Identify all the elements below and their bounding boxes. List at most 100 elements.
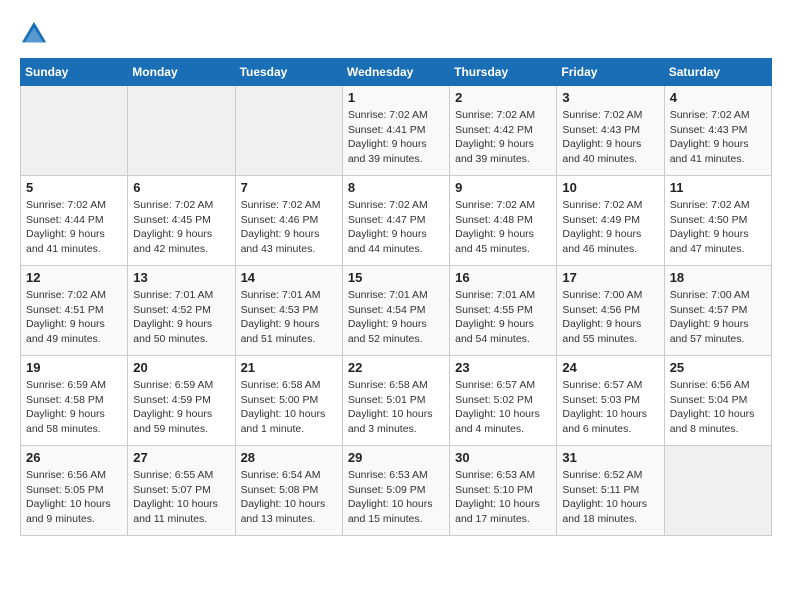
day-number: 11 [670, 180, 766, 195]
day-number: 10 [562, 180, 658, 195]
day-number: 26 [26, 450, 122, 465]
day-detail: Sunrise: 6:53 AM Sunset: 5:09 PM Dayligh… [348, 468, 444, 527]
calendar-cell: 17 Sunrise: 7:00 AM Sunset: 4:56 PM Dayli… [557, 266, 664, 356]
day-number: 30 [455, 450, 551, 465]
day-detail: Sunrise: 7:02 AM Sunset: 4:43 PM Dayligh… [562, 108, 658, 167]
calendar-cell [235, 86, 342, 176]
calendar-cell: 30 Sunrise: 6:53 AM Sunset: 5:10 PM Dayli… [450, 446, 557, 536]
weekday-header-row: SundayMondayTuesdayWednesdayThursdayFrid… [21, 59, 772, 86]
day-detail: Sunrise: 6:59 AM Sunset: 4:59 PM Dayligh… [133, 378, 229, 437]
weekday-header-tuesday: Tuesday [235, 59, 342, 86]
day-detail: Sunrise: 7:02 AM Sunset: 4:41 PM Dayligh… [348, 108, 444, 167]
calendar-cell [664, 446, 771, 536]
day-number: 12 [26, 270, 122, 285]
day-detail: Sunrise: 6:57 AM Sunset: 5:02 PM Dayligh… [455, 378, 551, 437]
day-number: 14 [241, 270, 337, 285]
day-detail: Sunrise: 7:02 AM Sunset: 4:49 PM Dayligh… [562, 198, 658, 257]
day-number: 13 [133, 270, 229, 285]
day-number: 27 [133, 450, 229, 465]
day-number: 21 [241, 360, 337, 375]
weekday-header-friday: Friday [557, 59, 664, 86]
day-number: 15 [348, 270, 444, 285]
calendar-week-3: 12Sunrise: 7:02 AM Sunset: 4:51 PM Dayli… [21, 266, 772, 356]
day-detail: Sunrise: 7:02 AM Sunset: 4:44 PM Dayligh… [26, 198, 122, 257]
day-detail: Sunrise: 7:00 AM Sunset: 4:56 PM Dayligh… [562, 288, 658, 347]
calendar-cell: 16Sunrise: 7:01 AM Sunset: 4:55 PM Dayli… [450, 266, 557, 356]
day-detail: Sunrise: 7:02 AM Sunset: 4:48 PM Dayligh… [455, 198, 551, 257]
calendar-cell: 12Sunrise: 7:02 AM Sunset: 4:51 PM Dayli… [21, 266, 128, 356]
day-number: 4 [670, 90, 766, 105]
day-number: 6 [133, 180, 229, 195]
calendar-cell: 24 Sunrise: 6:57 AM Sunset: 5:03 PM Dayli… [557, 356, 664, 446]
day-detail: Sunrise: 7:02 AM Sunset: 4:42 PM Dayligh… [455, 108, 551, 167]
weekday-header-sunday: Sunday [21, 59, 128, 86]
calendar-cell: 3Sunrise: 7:02 AM Sunset: 4:43 PM Daylig… [557, 86, 664, 176]
day-number: 28 [241, 450, 337, 465]
day-detail: Sunrise: 7:01 AM Sunset: 4:53 PM Dayligh… [241, 288, 337, 347]
day-detail: Sunrise: 7:01 AM Sunset: 4:52 PM Dayligh… [133, 288, 229, 347]
day-number: 16 [455, 270, 551, 285]
day-number: 7 [241, 180, 337, 195]
calendar-cell: 4 Sunrise: 7:02 AM Sunset: 4:43 PM Daylig… [664, 86, 771, 176]
day-detail: Sunrise: 7:02 AM Sunset: 4:46 PM Dayligh… [241, 198, 337, 257]
calendar-cell: 26 Sunrise: 6:56 AM Sunset: 5:05 PM Dayli… [21, 446, 128, 536]
weekday-header-saturday: Saturday [664, 59, 771, 86]
day-number: 24 [562, 360, 658, 375]
calendar-week-4: 19 Sunrise: 6:59 AM Sunset: 4:58 PM Dayli… [21, 356, 772, 446]
day-number: 9 [455, 180, 551, 195]
calendar-cell: 21 Sunrise: 6:58 AM Sunset: 5:00 PM Dayli… [235, 356, 342, 446]
day-detail: Sunrise: 6:52 AM Sunset: 5:11 PM Dayligh… [562, 468, 658, 527]
calendar-cell: 1 Sunrise: 7:02 AM Sunset: 4:41 PM Daylig… [342, 86, 449, 176]
calendar-cell: 6 Sunrise: 7:02 AM Sunset: 4:45 PM Daylig… [128, 176, 235, 266]
calendar-table: SundayMondayTuesdayWednesdayThursdayFrid… [20, 58, 772, 536]
page-header [20, 20, 772, 48]
day-number: 8 [348, 180, 444, 195]
calendar-cell: 15Sunrise: 7:01 AM Sunset: 4:54 PM Dayli… [342, 266, 449, 356]
calendar-cell: 13 Sunrise: 7:01 AM Sunset: 4:52 PM Dayli… [128, 266, 235, 356]
calendar-cell: 2 Sunrise: 7:02 AM Sunset: 4:42 PM Daylig… [450, 86, 557, 176]
day-number: 29 [348, 450, 444, 465]
calendar-cell: 29 Sunrise: 6:53 AM Sunset: 5:09 PM Dayli… [342, 446, 449, 536]
calendar-cell: 9 Sunrise: 7:02 AM Sunset: 4:48 PM Daylig… [450, 176, 557, 266]
calendar-week-2: 5Sunrise: 7:02 AM Sunset: 4:44 PM Daylig… [21, 176, 772, 266]
weekday-header-monday: Monday [128, 59, 235, 86]
day-number: 19 [26, 360, 122, 375]
day-number: 31 [562, 450, 658, 465]
day-detail: Sunrise: 6:58 AM Sunset: 5:01 PM Dayligh… [348, 378, 444, 437]
day-detail: Sunrise: 7:02 AM Sunset: 4:43 PM Dayligh… [670, 108, 766, 167]
day-number: 2 [455, 90, 551, 105]
calendar-cell: 23 Sunrise: 6:57 AM Sunset: 5:02 PM Dayli… [450, 356, 557, 446]
weekday-header-wednesday: Wednesday [342, 59, 449, 86]
calendar-cell: 14 Sunrise: 7:01 AM Sunset: 4:53 PM Dayli… [235, 266, 342, 356]
day-number: 23 [455, 360, 551, 375]
day-detail: Sunrise: 7:00 AM Sunset: 4:57 PM Dayligh… [670, 288, 766, 347]
calendar-cell: 10 Sunrise: 7:02 AM Sunset: 4:49 PM Dayli… [557, 176, 664, 266]
day-detail: Sunrise: 6:56 AM Sunset: 5:05 PM Dayligh… [26, 468, 122, 527]
calendar-cell: 8 Sunrise: 7:02 AM Sunset: 4:47 PM Daylig… [342, 176, 449, 266]
day-number: 22 [348, 360, 444, 375]
calendar-cell [21, 86, 128, 176]
calendar-week-1: 1 Sunrise: 7:02 AM Sunset: 4:41 PM Daylig… [21, 86, 772, 176]
calendar-cell: 7 Sunrise: 7:02 AM Sunset: 4:46 PM Daylig… [235, 176, 342, 266]
calendar-cell: 22 Sunrise: 6:58 AM Sunset: 5:01 PM Dayli… [342, 356, 449, 446]
day-detail: Sunrise: 7:02 AM Sunset: 4:45 PM Dayligh… [133, 198, 229, 257]
day-detail: Sunrise: 6:58 AM Sunset: 5:00 PM Dayligh… [241, 378, 337, 437]
day-number: 20 [133, 360, 229, 375]
calendar-cell: 11Sunrise: 7:02 AM Sunset: 4:50 PM Dayli… [664, 176, 771, 266]
day-number: 18 [670, 270, 766, 285]
day-detail: Sunrise: 6:53 AM Sunset: 5:10 PM Dayligh… [455, 468, 551, 527]
day-detail: Sunrise: 6:54 AM Sunset: 5:08 PM Dayligh… [241, 468, 337, 527]
day-detail: Sunrise: 6:59 AM Sunset: 4:58 PM Dayligh… [26, 378, 122, 437]
day-number: 1 [348, 90, 444, 105]
calendar-cell: 31 Sunrise: 6:52 AM Sunset: 5:11 PM Dayli… [557, 446, 664, 536]
day-number: 17 [562, 270, 658, 285]
day-detail: Sunrise: 6:55 AM Sunset: 5:07 PM Dayligh… [133, 468, 229, 527]
calendar-cell: 28 Sunrise: 6:54 AM Sunset: 5:08 PM Dayli… [235, 446, 342, 536]
day-detail: Sunrise: 6:57 AM Sunset: 5:03 PM Dayligh… [562, 378, 658, 437]
calendar-cell: 27 Sunrise: 6:55 AM Sunset: 5:07 PM Dayli… [128, 446, 235, 536]
calendar-cell: 19 Sunrise: 6:59 AM Sunset: 4:58 PM Dayli… [21, 356, 128, 446]
calendar-cell: 5Sunrise: 7:02 AM Sunset: 4:44 PM Daylig… [21, 176, 128, 266]
calendar-cell: 25Sunrise: 6:56 AM Sunset: 5:04 PM Dayli… [664, 356, 771, 446]
day-detail: Sunrise: 7:02 AM Sunset: 4:47 PM Dayligh… [348, 198, 444, 257]
calendar-cell: 18 Sunrise: 7:00 AM Sunset: 4:57 PM Dayli… [664, 266, 771, 356]
